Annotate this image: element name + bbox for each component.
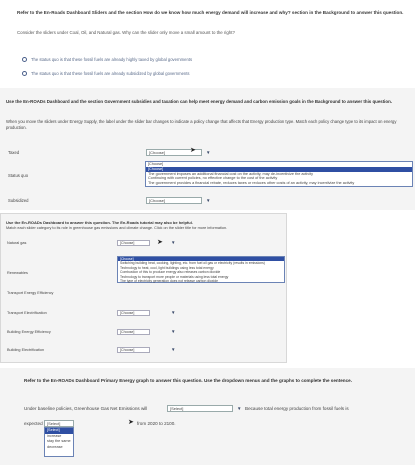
sentence-part: Under baseline policies, Greenhouse Gas … xyxy=(24,406,148,411)
chevron-down-icon[interactable]: ▼ xyxy=(171,329,175,334)
chevron-down-icon[interactable]: ▼ xyxy=(171,310,175,315)
sentence-select-2[interactable]: [Select] xyxy=(44,420,74,427)
answer-option-label: The status quo is that these fossil fuel… xyxy=(31,56,193,62)
mouse-cursor-icon: ➤ xyxy=(190,147,196,154)
match-row-label: Building Electrification xyxy=(7,348,45,352)
radio-button[interactable] xyxy=(22,56,27,62)
question-2-panel: Use the En-ROADs Dashboard and the secti… xyxy=(0,88,415,210)
match-row-label: Taxed xyxy=(8,150,20,155)
question-4-panel: Refer to the En-ROADs Dashboard Primary … xyxy=(0,368,415,465)
question-1-subprompt: Consider the sliders under Coal, Oil, an… xyxy=(17,30,235,35)
sentence-part: from 2020 to 2100. xyxy=(137,421,176,426)
question-2-prompt: Use the En-ROADs Dashboard and the secti… xyxy=(6,99,392,104)
question-3-panel: Use the En-ROADs Dashboard to answer thi… xyxy=(0,213,287,363)
chevron-down-icon[interactable]: ▼ xyxy=(206,198,210,203)
sentence-part: Because total energy production from fos… xyxy=(245,406,349,411)
dropdown-options-list[interactable]: [Select] increase stay the same decrease xyxy=(44,427,74,457)
mouse-cursor-icon: ➤ xyxy=(157,239,163,246)
match-select[interactable]: [Choose] xyxy=(117,240,150,246)
dropdown-option[interactable]: decrease xyxy=(45,445,73,451)
match-row-label: Building Energy Efficiency xyxy=(7,330,51,334)
dropdown-options-list[interactable]: [Choose] [Choose] The government imposes… xyxy=(145,161,413,187)
match-row-label: Renewables xyxy=(7,271,28,275)
match-select[interactable]: [Choose] xyxy=(117,310,150,316)
match-select[interactable]: [Choose] xyxy=(117,347,150,353)
chevron-down-icon[interactable]: ▼ xyxy=(237,406,241,411)
question-2-subprompt: When you move the sliders under Energy S… xyxy=(6,119,397,130)
match-row-label: Status quo xyxy=(8,173,29,178)
answer-option-label: The status quo is that these fossil fuel… xyxy=(31,70,190,76)
dropdown-option[interactable]: stay the same xyxy=(45,439,73,445)
question-1-prompt: Refer to the En-Roads Dashboard Sliders … xyxy=(17,10,404,15)
chevron-down-icon[interactable]: ▼ xyxy=(171,240,175,245)
answer-option-1[interactable]: The status quo is that these fossil fuel… xyxy=(22,55,402,63)
match-row-label: Transport Energy Efficiency xyxy=(7,291,54,295)
match-row-label: Transport Electrification xyxy=(7,311,47,315)
chevron-down-icon[interactable]: ▼ xyxy=(171,347,175,352)
match-row-label: Natural gas xyxy=(7,241,27,245)
radio-button[interactable] xyxy=(22,70,27,76)
question-3-subprompt: Match each slider category to its role i… xyxy=(6,226,228,230)
dropdown-option[interactable]: The type of electricity generation does … xyxy=(118,279,284,283)
match-row-label: Subsidized xyxy=(8,198,29,203)
question-4-prompt: Refer to the En-ROADs Dashboard Primary … xyxy=(24,378,352,383)
sentence-select-1[interactable]: [Select] xyxy=(167,405,233,412)
mouse-cursor-icon: ➤ xyxy=(128,419,134,426)
dropdown-option[interactable]: The government provides a financial reba… xyxy=(146,181,412,186)
match-select[interactable]: [Choose] xyxy=(146,197,202,204)
question-3-prompt: Use the En-ROADs Dashboard to answer thi… xyxy=(6,220,193,225)
question-1-panel: Refer to the En-Roads Dashboard Sliders … xyxy=(0,0,415,84)
answer-option-2[interactable]: The status quo is that these fossil fuel… xyxy=(22,69,402,77)
match-select[interactable]: [Choose] xyxy=(117,329,150,335)
chevron-down-icon[interactable]: ▼ xyxy=(206,150,210,155)
dropdown-options-list[interactable]: [Choose] Switching building heat, cookin… xyxy=(117,256,285,283)
